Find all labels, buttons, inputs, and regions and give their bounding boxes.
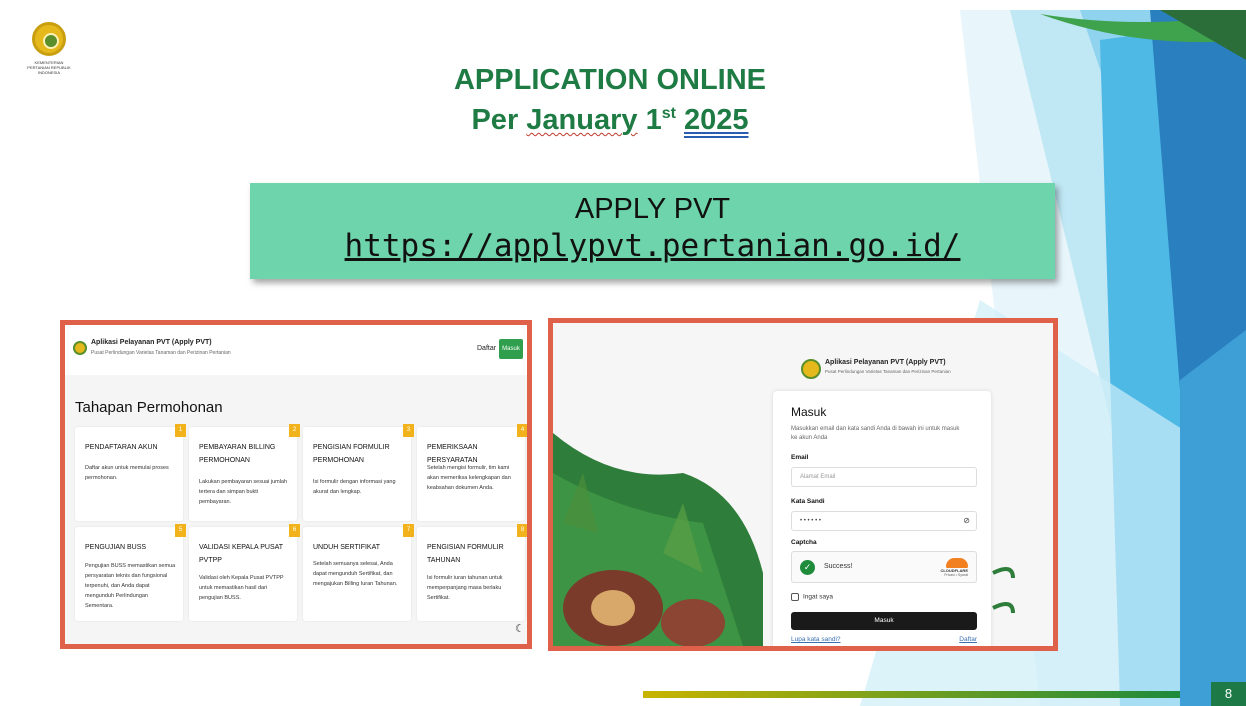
captcha-label: Captcha xyxy=(791,539,817,546)
title-line1: APPLICATION ONLINE xyxy=(453,64,767,96)
app-subtitle: Pusat Perlindungan Varietas Tanaman dan … xyxy=(825,369,951,374)
form-description: Masukkan email dan kata sandi Anda di ba… xyxy=(791,426,960,441)
step-title: PENGISIAN FORMULIR TAHUNAN xyxy=(427,544,504,564)
step-card: 3 PENGISIAN FORMULIR PERMOHONAN Isi form… xyxy=(303,424,414,521)
homepage-screenshot: Aplikasi Pelayanan PVT (Apply PVT) Pusat… xyxy=(60,320,532,649)
check-icon: ✓ xyxy=(800,560,815,575)
step-title: UNDUH SERTIFIKAT xyxy=(313,544,381,551)
step-description: Isi formulir dengan informasi yang akura… xyxy=(313,479,396,495)
step-number-badge: 6 xyxy=(289,524,300,537)
moon-icon[interactable]: ☾ xyxy=(515,622,525,635)
ministry-logo: KEMENTERIAN PERTANIAN REPUBLIK INDONESIA xyxy=(24,22,74,75)
step-card: 8 PENGISIAN FORMULIR TAHUNAN Isi formuli… xyxy=(417,524,527,621)
page-number: 8 xyxy=(1211,682,1246,706)
footer-accent-bar xyxy=(643,691,1180,698)
banner-url-link[interactable]: https://applypvt.pertanian.go.id/ xyxy=(250,228,1055,264)
app-header: Aplikasi Pelayanan PVT (Apply PVT) Pusat… xyxy=(65,325,527,375)
step-description: Isi formulir iuran tahunan untuk memperp… xyxy=(427,575,503,601)
step-title: VALIDASI KEPALA PUSAT PVTPP xyxy=(199,544,283,564)
step-title: PEMBAYARAN BILLING PERMOHONAN xyxy=(199,444,276,464)
step-number-badge: 4 xyxy=(517,424,527,437)
app-title: Aplikasi Pelayanan PVT (Apply PVT) xyxy=(825,359,946,366)
step-number-badge: 7 xyxy=(403,524,414,537)
login-button[interactable]: Masuk xyxy=(499,339,523,359)
steps-heading: Tahapan Permohonan xyxy=(75,399,223,416)
slide: KEMENTERIAN PERTANIAN REPUBLIK INDONESIA… xyxy=(0,0,1246,706)
password-label: Kata Sandi xyxy=(791,498,825,505)
register-link[interactable]: Daftar xyxy=(959,636,977,643)
step-description: Setelah semuanya selesai, Anda dapat men… xyxy=(313,561,398,587)
register-link[interactable]: Daftar xyxy=(477,345,496,352)
app-logo-icon xyxy=(801,359,821,379)
app-title: Aplikasi Pelayanan PVT (Apply PVT) xyxy=(91,339,212,346)
step-title: PENGUJIAN BUSS xyxy=(85,544,147,551)
remember-me-checkbox[interactable]: Ingat saya xyxy=(791,593,833,601)
title-month: January xyxy=(526,104,638,136)
step-description: Daftar akun untuk memulai proses permoho… xyxy=(85,465,169,481)
checkbox-icon[interactable] xyxy=(791,593,799,601)
app-subtitle: Pusat Perlindungan Varietas Tanaman dan … xyxy=(91,350,231,356)
step-description: Setelah mengisi formulir, tim kami akan … xyxy=(427,465,511,491)
slide-title: APPLICATION ONLINE Per January 1st 2025 xyxy=(380,60,840,140)
cloud-icon xyxy=(946,558,968,568)
login-screenshot: Aplikasi Pelayanan PVT (Apply PVT) Pusat… xyxy=(548,318,1058,651)
password-field[interactable]: • • • • • • ⊘ xyxy=(791,511,977,531)
submit-login-button[interactable]: Masuk xyxy=(791,612,977,630)
step-title: PENGISIAN FORMULIR PERMOHONAN xyxy=(313,444,390,464)
step-number-badge: 3 xyxy=(403,424,414,437)
captcha-widget[interactable]: ✓ Success! CLOUDFLARE Privasi • Syarat xyxy=(791,551,977,583)
step-number-badge: 1 xyxy=(175,424,186,437)
password-value: • • • • • • xyxy=(800,518,821,524)
step-description: Validasi oleh Kepala Pusat PVTPP untuk m… xyxy=(199,575,284,601)
forgot-password-link[interactable]: Lupa kata sandi? xyxy=(791,636,841,643)
ministry-logo-text: KEMENTERIAN PERTANIAN REPUBLIK INDONESIA xyxy=(27,60,71,75)
step-number-badge: 2 xyxy=(289,424,300,437)
ministry-emblem-icon xyxy=(32,22,66,56)
app-logo-icon xyxy=(73,341,87,355)
title-day: 1 xyxy=(637,104,662,136)
email-field[interactable]: Alamat Email xyxy=(791,467,977,487)
step-number-badge: 5 xyxy=(175,524,186,537)
login-form: Masuk Masukkan email dan kata sandi Anda… xyxy=(773,391,991,646)
cloudflare-logo: CLOUDFLARE Privasi • Syarat xyxy=(928,558,968,577)
apply-pvt-banner: APPLY PVT https://applypvt.pertanian.go.… xyxy=(250,183,1055,279)
step-card: 2 PEMBAYARAN BILLING PERMOHONAN Lakukan … xyxy=(189,424,300,521)
remember-me-label: Ingat saya xyxy=(803,593,833,601)
banner-name: APPLY PVT xyxy=(574,193,731,225)
step-title: PENDAFTARAN AKUN xyxy=(85,444,158,451)
step-card: 5 PENGUJIAN BUSS Pengujian BUSS memastik… xyxy=(75,524,186,621)
step-description: Lakukan pembayaran sesuai jumlah tertera… xyxy=(199,479,288,505)
step-number-badge: 8 xyxy=(517,524,527,537)
captcha-status: Success! xyxy=(824,563,853,570)
title-prefix: Per xyxy=(471,104,527,136)
title-year: 2025 xyxy=(684,104,749,136)
title-ordinal: st xyxy=(661,105,676,122)
step-description: Pengujian BUSS memastikan semua persyara… xyxy=(85,563,176,609)
email-label: Email xyxy=(791,454,809,461)
eye-slash-icon[interactable]: ⊘ xyxy=(963,512,970,530)
title-line2: Per January 1st 2025 xyxy=(380,100,840,140)
cloudflare-links[interactable]: Privasi • Syarat xyxy=(928,573,968,577)
step-card: 1 PENDAFTARAN AKUN Daftar akun untuk mem… xyxy=(75,424,186,521)
step-card: 4 PEMERIKSAAN PERSYARATAN Setelah mengis… xyxy=(417,424,527,521)
step-card: 7 UNDUH SERTIFIKAT Setelah semuanya sele… xyxy=(303,524,414,621)
step-card: 6 VALIDASI KEPALA PUSAT PVTPP Validasi o… xyxy=(189,524,300,621)
form-title: Masuk xyxy=(791,405,827,419)
